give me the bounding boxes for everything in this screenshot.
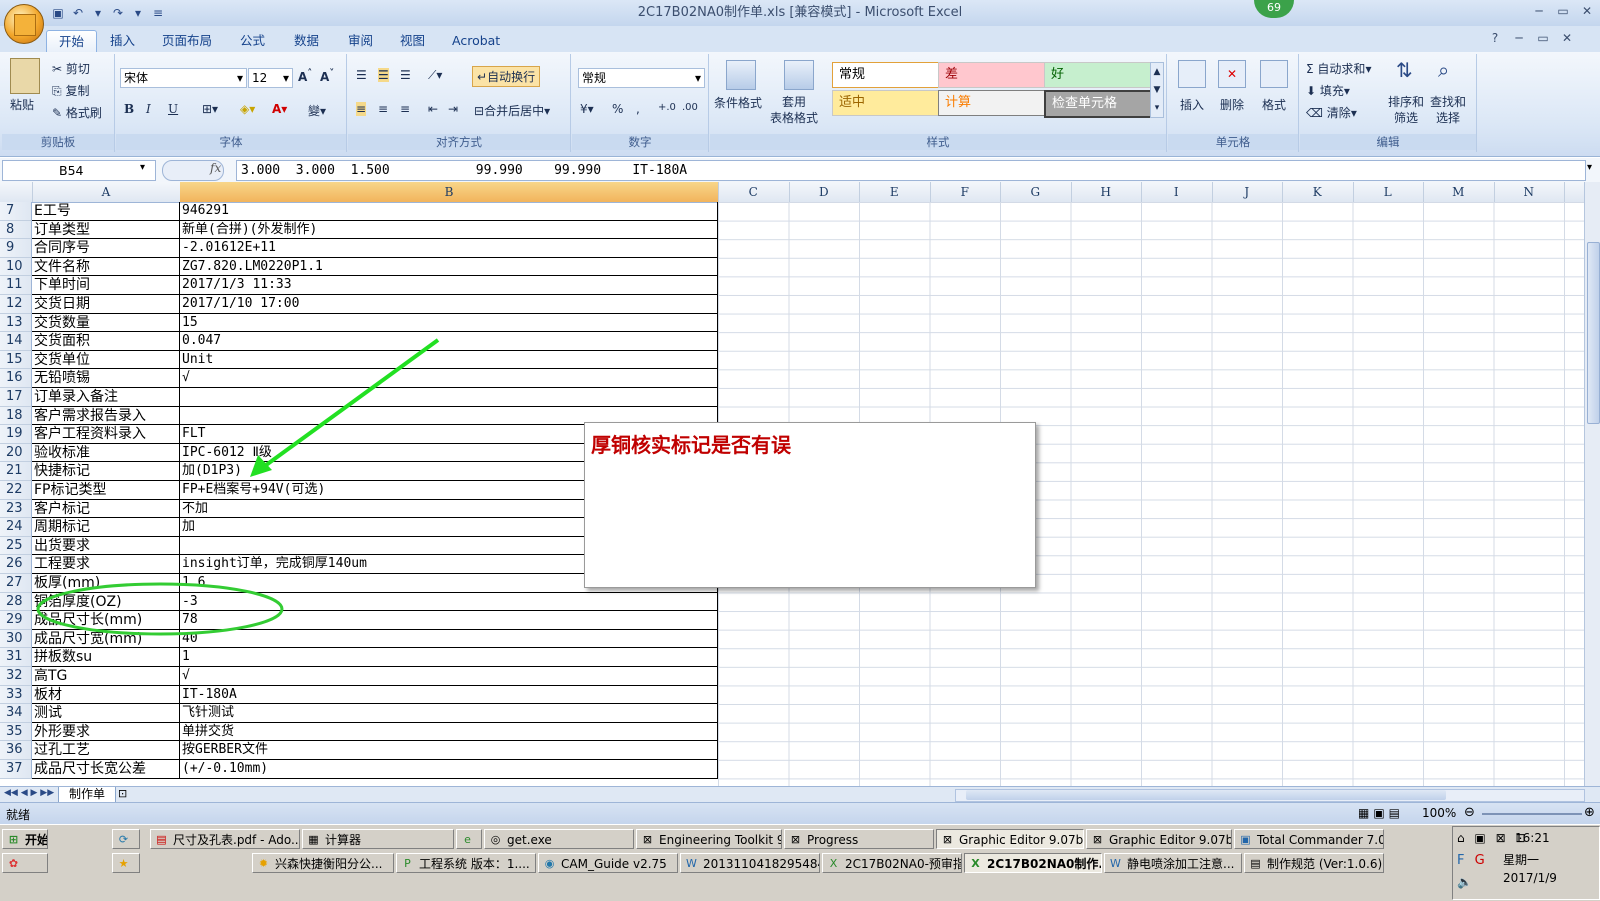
taskbar-item[interactable]: X 2C17B02NA0制作...	[964, 853, 1102, 873]
app-icon: ✿	[8, 857, 19, 870]
zoom-slider[interactable]	[1482, 813, 1582, 815]
sheet-nav-icon[interactable]: ◀◀ ◀ ▶ ▶▶	[4, 788, 54, 798]
document-icon: ▤	[1250, 857, 1261, 870]
view-buttons-icon[interactable]: ▦▣▤	[1358, 806, 1404, 820]
clock-time: 16:21	[1515, 831, 1550, 845]
taskbar-item[interactable]: ⊠Engineering Toolkit 9.0...	[636, 829, 782, 849]
status-bar: 就绪 ▦▣▤ 100% ⊖ ⊕	[0, 802, 1600, 825]
taskbar-item[interactable]: W20131104182954843...	[680, 853, 820, 873]
taskbar-item[interactable]: ▦ 计算器	[302, 829, 454, 849]
arrow-head	[250, 455, 272, 477]
calculator-icon: ▦	[308, 833, 319, 846]
taskbar-item[interactable]: ⊠Graphic Editor 9.07b2 (...	[936, 829, 1084, 849]
zoom-level[interactable]: 100%	[1422, 806, 1456, 820]
taskbar-item[interactable]: ✹ 兴森快捷衡阳分公...	[252, 853, 394, 873]
annotation-arrow	[260, 338, 440, 470]
office-button[interactable]	[4, 4, 44, 44]
taskbar-item[interactable]: ▤ 尺寸及孔表.pdf - Ado...	[150, 829, 300, 849]
zoom-in-icon[interactable]: ⊕	[1584, 805, 1595, 820]
sheet-tab[interactable]: 制作单	[58, 787, 117, 803]
folder-icon: ▣	[1240, 833, 1251, 846]
horizontal-scrollbar[interactable]	[955, 789, 1585, 802]
taskbar-item[interactable]: ◉ CAM_Guide v2.75	[538, 853, 678, 873]
start-button[interactable]: ⊞ 开始	[2, 829, 48, 849]
taskbar-item[interactable]: ⊠ Progress	[784, 829, 934, 849]
word-icon: W	[1110, 857, 1121, 870]
excel-icon: X	[971, 857, 980, 870]
app-icon: ◉	[544, 857, 555, 870]
exe-icon: ◎	[490, 833, 501, 846]
taskbar-item[interactable]: P 工程系统 版本：1....	[396, 853, 536, 873]
ie-icon: e	[464, 833, 471, 846]
taskbar-item[interactable]: X2C17B02NA0-预审指...	[822, 853, 962, 873]
taskbar-item[interactable]: W 静电喷涂加工注意...	[1104, 853, 1242, 873]
clock-weekday: 星期一	[1503, 853, 1540, 867]
taskbar: ⊞ 开始 ✿ ⟳ ★ ▤ 尺寸及孔表.pdf - Ado... ▦ 计算器 e ◎ ge…	[0, 824, 1600, 901]
quick-launch-icon[interactable]: ★	[112, 853, 140, 873]
system-tray: ⌂ ▣ ⊠ ⊡ F G 🔈 16:21 星期一 2017/1/9	[1452, 826, 1600, 900]
tray-app-icon[interactable]: F G	[1457, 853, 1488, 868]
zoom-out-icon[interactable]: ⊖	[1464, 805, 1475, 820]
volume-icon[interactable]: 🔈	[1457, 875, 1472, 889]
app-icon: ⊠	[942, 833, 953, 846]
pdf-icon: ▤	[156, 833, 167, 846]
star-icon: ★	[118, 857, 129, 870]
app-icon: ⊠	[1092, 833, 1103, 846]
office-logo-icon	[14, 14, 36, 36]
excel-icon: X	[829, 857, 838, 870]
app-icon: ⊠	[790, 833, 801, 846]
taskbar-item[interactable]: e	[456, 829, 482, 849]
callout-text: 厚铜核实标记是否有误	[591, 433, 791, 457]
clock-date: 2017/1/9	[1503, 871, 1557, 885]
app-icon: P	[404, 857, 411, 870]
status-ready: 就绪	[6, 808, 31, 822]
taskbar-item[interactable]: ⊠Graphic Editor 9.07b2 (...	[1086, 829, 1232, 849]
hscroll-thumb[interactable]	[966, 790, 1446, 800]
vertical-scrollbar[interactable]	[1584, 182, 1600, 786]
sheet-tab-bar: ◀◀ ◀ ▶ ▶▶ 制作单 ⊡	[0, 786, 1600, 803]
annotation-ellipse	[36, 582, 284, 636]
scroll-thumb[interactable]	[1587, 242, 1600, 424]
callout-textbox[interactable]: 厚铜核实标记是否有误	[584, 422, 1036, 588]
app-icon: ✹	[258, 857, 269, 870]
taskbar-item[interactable]: ◎ get.exe	[484, 829, 634, 849]
insert-sheet-icon[interactable]: ⊡	[118, 787, 127, 800]
word-icon: W	[686, 857, 697, 870]
quick-launch-icon[interactable]: ⟳	[112, 829, 140, 849]
windows-logo-icon: ⊞	[8, 833, 19, 846]
taskbar-item[interactable]: ▤ 制作规范 (Ver:1.0.6)	[1244, 853, 1384, 873]
taskbar-item[interactable]: ▣Total Commander 7.0 p...	[1234, 829, 1384, 849]
quick-launch-icon[interactable]: ✿	[2, 853, 48, 873]
app-icon: ⟳	[118, 833, 129, 846]
app-icon: ⊠	[642, 833, 653, 846]
